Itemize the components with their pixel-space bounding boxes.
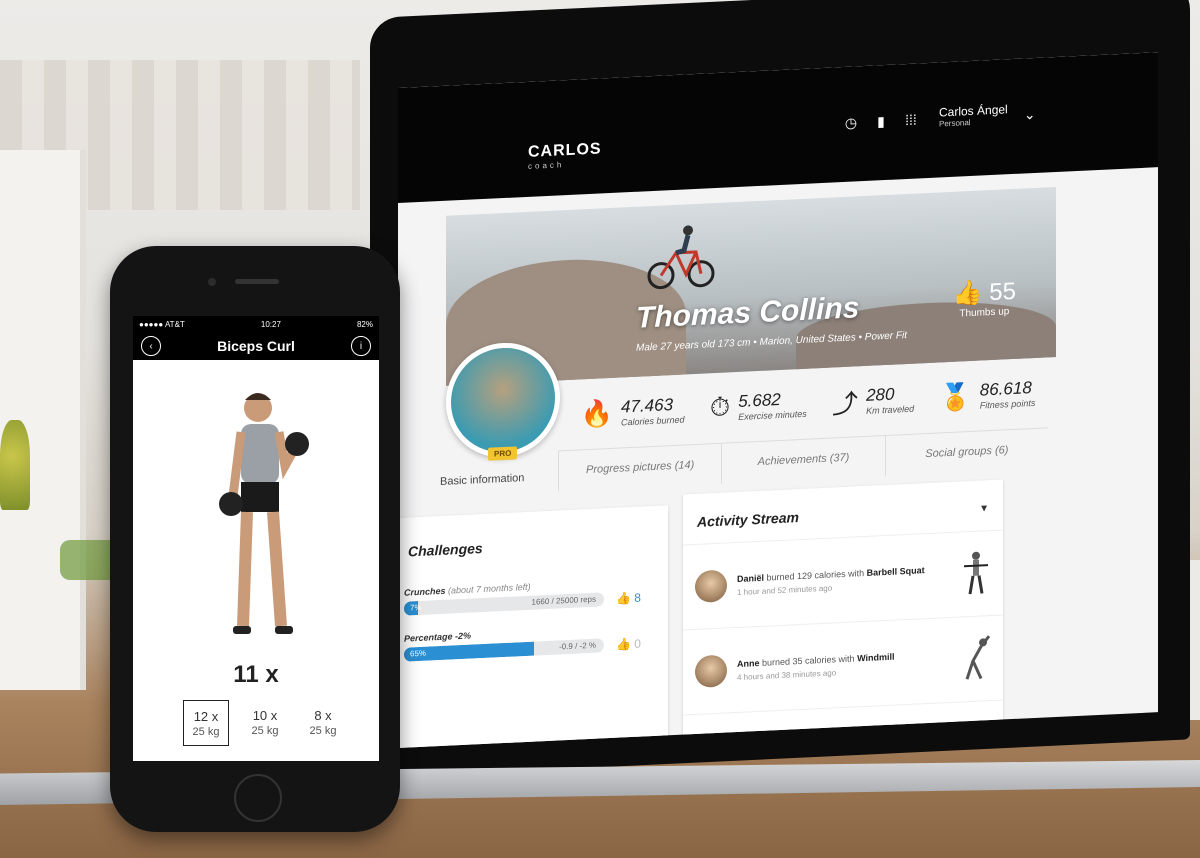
stat-minutes: ⏱ 5.682 Exercise minutes [710,374,807,439]
set-reps: 12 x [193,708,219,724]
flame-icon: 🔥 [580,397,614,429]
pro-badge: PRO [488,446,518,461]
avatar[interactable] [695,654,727,688]
stat-label: Calories burned [621,414,685,428]
set-option[interactable]: 12 x 25 kg [183,700,229,746]
chevron-down-icon[interactable]: ⌄ [1022,105,1038,123]
set-reps: 10 x [252,707,278,723]
stat-calories: 🔥 47.463 Calories burned [581,379,685,444]
tab-basic-information[interactable]: Basic information [440,472,524,488]
progress-percent: 65% [410,648,427,659]
set-weight: 25 kg [192,725,220,738]
brand-name: CARLOS [528,140,602,161]
progress-detail: -0.9 / -2 % [559,640,596,652]
stopwatch-icon: ⏱ [709,391,731,423]
stat-label: Exercise minutes [738,408,807,422]
exercise-figure [964,551,988,595]
tab-social-groups[interactable]: Social groups (6) [884,428,1048,477]
thumbs-up-counter[interactable]: 👍 55 Thumbs up [953,277,1016,320]
like-count: 8 [634,590,641,605]
back-icon[interactable]: ‹ [141,336,161,356]
tab-achievements[interactable]: Achievements (37) [721,436,885,484]
info-icon[interactable]: i [351,336,371,356]
challenges-panel: Challenges Crunches (about 7 months left… [398,505,668,749]
drink-icon[interactable]: ▮ [873,113,889,130]
set-option[interactable]: 10 x 25 kg [243,700,287,744]
stat-value: 86.618 [979,378,1032,400]
avatar[interactable] [695,569,727,603]
phone-camera [208,278,216,286]
set-weight: 25 kg [309,724,337,737]
user-menu[interactable]: Carlos Ángel Personal [939,102,1008,130]
activity-exercise[interactable]: Barbell Squat [867,565,925,578]
stat-label: Km traveled [866,403,915,416]
set-selector: 12 x 25 kg 10 x 25 kg 8 x 25 kg [183,700,345,746]
like-count: 0 [634,636,641,651]
activity-desc: burned 35 calories with [759,652,858,668]
phone-screen: ●●●●● AT&T 10:27 82% ‹ Biceps Curl i 11 … [133,316,379,761]
stat-km: ⤴ 280 Km traveled [832,369,914,433]
background-plant [0,420,30,510]
nav-bar: ‹ Biceps Curl i [133,332,379,360]
challenges-title: Challenges [408,540,483,560]
top-actions: ◷ ▮ ⁞⁞⁞ Carlos Ángel Personal ⌄ [843,102,1038,135]
thumbs-count: 55 [989,277,1016,307]
progress-percent: 7% [410,602,422,613]
laptop-screen: CARLOS coach ◷ ▮ ⁞⁞⁞ Carlos Ángel Person… [398,52,1158,749]
brand-logo[interactable]: CARLOS coach [528,140,602,170]
activity-item[interactable]: Anne burned 35 calories with Windmill 4 … [683,615,1003,716]
challenge-like-button[interactable]: 👍 0 [616,637,641,652]
athlete-illustration [219,393,309,634]
home-button[interactable] [234,774,282,822]
set-reps: 8 x [314,707,332,723]
cyclist-illustration [647,225,715,290]
profile-avatar[interactable]: PRO [446,340,560,476]
caret-down-icon[interactable]: ▼ [979,503,989,514]
battery: 82% [356,319,373,329]
challenge-name: Percentage -2% [404,630,472,644]
activity-desc: burned 129 calories with [764,567,867,583]
thumbs-up-icon: 👍 [616,637,631,652]
activity-item[interactable]: Daniël burned 129 calories with Barbell … [683,530,1003,631]
route-icon: ⤴ [832,387,859,420]
challenge-row[interactable]: Crunches (about 7 months left) 7% 1660 /… [404,576,662,616]
thumbs-up-icon: 👍 [616,591,631,606]
stat-label: Fitness points [979,397,1036,411]
activity-stream-panel: Activity Stream ▼ Daniël burned 129 calo… [683,479,1003,749]
challenge-note: (about 7 months left) [448,581,531,596]
clock-icon[interactable]: ◷ [843,114,859,131]
challenge-row[interactable]: Percentage -2% 65% -0.9 / -2 % 👍 0 [404,622,662,662]
set-weight: 25 kg [251,724,279,737]
progress-detail: 1660 / 25000 reps [531,594,597,607]
thumbs-up-icon: 👍 [952,279,983,308]
stat-points: 🏅 86.618 Fitness points [939,363,1035,428]
challenge-name: Crunches [404,585,446,598]
phone: ●●●●● AT&T 10:27 82% ‹ Biceps Curl i 11 … [110,246,400,832]
activity-user[interactable]: Daniël [737,572,764,583]
laptop: CARLOS coach ◷ ▮ ⁞⁞⁞ Carlos Ángel Person… [0,0,1200,848]
carrier: ●●●●● AT&T [139,319,185,329]
activity-user[interactable]: Anne [737,657,760,668]
clock: 10:27 [260,319,281,329]
activity-text: Anne burned 35 calories with Windmill 4 … [737,648,951,681]
avatar-photo [446,340,560,460]
exercise-figure [965,635,991,680]
status-bar: ●●●●● AT&T 10:27 82% [133,316,379,332]
exercise-title: Biceps Curl [217,338,295,354]
current-reps: 11 x [233,661,279,688]
set-option[interactable]: 8 x 25 kg [301,700,345,744]
grid-icon[interactable]: ⁞⁞⁞ [903,111,919,129]
stat-value: 280 [866,384,895,405]
medal-icon: 🏅 [939,380,972,412]
activity-text: Daniël burned 129 calories with Barbell … [737,563,951,597]
tab-progress-pictures[interactable]: Progress pictures (14) [558,443,722,492]
challenge-like-button[interactable]: 👍 8 [616,591,641,606]
activity-stream-title: Activity Stream [697,509,799,530]
activity-exercise[interactable]: Windmill [857,651,894,663]
phone-speaker [235,279,279,284]
